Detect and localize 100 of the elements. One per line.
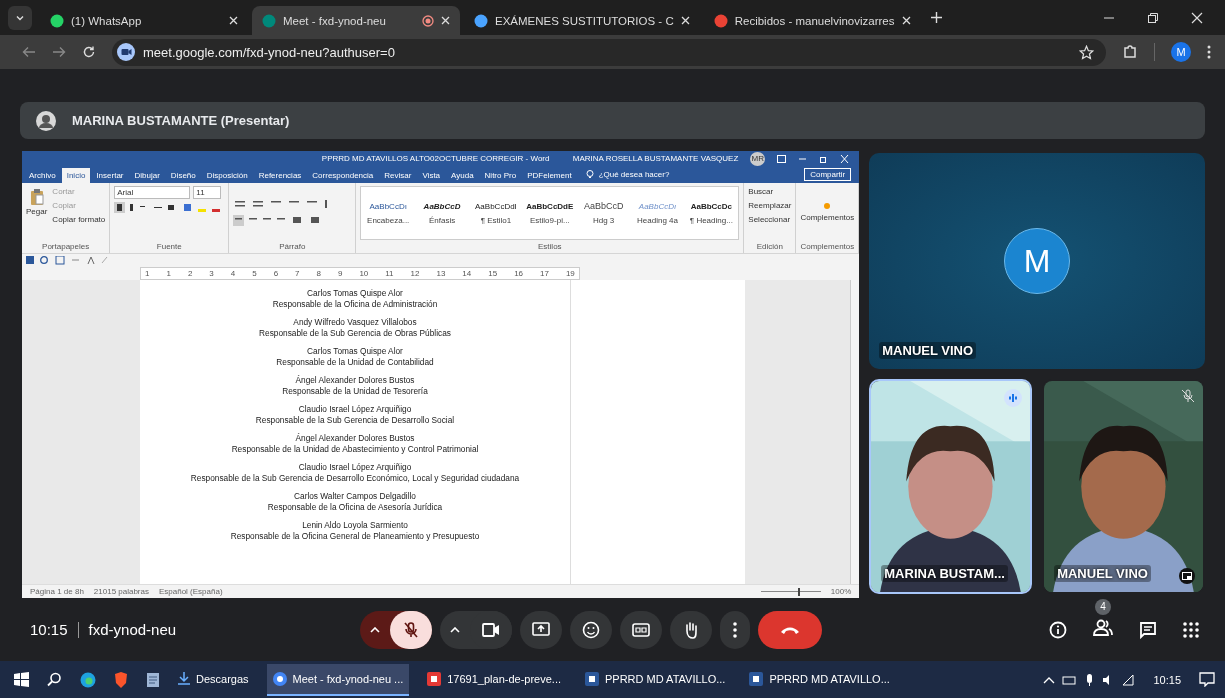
notifications-icon[interactable]: [1199, 672, 1215, 687]
browser-icon[interactable]: [80, 671, 96, 688]
close-icon[interactable]: [229, 16, 238, 25]
forward-icon[interactable]: [52, 45, 66, 59]
people-icon[interactable]: [1093, 618, 1113, 637]
close-icon[interactable]: [441, 16, 450, 25]
ruler: 1 1 2 3 4 5 6 7 8 9 10 11 12 13 14 15 16 17 19: [140, 266, 580, 280]
clipboard-command[interactable]: Copiar formato: [52, 214, 106, 226]
participant-name: MARINA BUSTAM...: [881, 565, 1008, 583]
reload-icon[interactable]: [82, 45, 96, 59]
new-tab-icon[interactable]: [930, 12, 942, 23]
ribbon-tab[interactable]: PDFelement: [522, 168, 577, 184]
tab-title: EXÁMENES SUSTITUTORIOS - C: [495, 14, 674, 27]
role-line: Responsable de la Unidad de Tesorería: [282, 385, 428, 397]
ribbon-tab[interactable]: Ayuda: [446, 168, 479, 184]
tab-title: Recibidos - manuelvinovizarres: [734, 14, 895, 27]
ribbon-tab[interactable]: Dibujar: [129, 168, 165, 184]
ribbon-tab[interactable]: Diseño: [165, 168, 201, 184]
ribbon-tab[interactable]: Revisar: [379, 168, 417, 184]
present-screen-button[interactable]: [520, 610, 562, 649]
editing-command[interactable]: Seleccionar: [748, 214, 792, 226]
role-line: Responsable de la Unidad de Abastecimiento y Control Patrimonial: [231, 443, 479, 455]
style-option[interactable]: AaBbCcDdE Estilo9-pi...: [522, 187, 577, 240]
role-line: Responsable de la Oficina de Administración: [272, 298, 438, 310]
microphone-button[interactable]: [390, 610, 432, 649]
menu-icon[interactable]: [1207, 45, 1211, 59]
browser-tab[interactable]: EXÁMENES SUSTITUTORIOS - C: [464, 6, 700, 35]
close-icon[interactable]: [1191, 11, 1203, 24]
ribbon-tab[interactable]: Correspondencia: [307, 168, 379, 184]
captions-button[interactable]: [620, 610, 662, 649]
close-icon[interactable]: [901, 16, 911, 25]
participant-name: MANUEL VINO: [879, 342, 977, 360]
name-line: Ángel Alexander Dolores Bustos: [295, 433, 415, 444]
taskbar-button[interactable]: PPRRD MD ATAVILLO...: [743, 663, 896, 696]
editing-command[interactable]: Buscar: [748, 186, 792, 198]
editing-command[interactable]: Reemplazar: [748, 200, 792, 212]
apps-grid-icon[interactable]: [1183, 621, 1199, 638]
emoji-button[interactable]: [570, 610, 612, 649]
site-icon: [262, 13, 276, 28]
tab-title: Meet - fxd-ynod-neu: [283, 14, 387, 27]
document-title: PPRRD MD ATAVILLOS ALTO02OCTUBRE CORREGIR - Word: [321, 154, 550, 164]
ribbon-tab[interactable]: Inicio: [61, 168, 91, 184]
ribbon-tab[interactable]: Insertar: [91, 168, 129, 184]
ribbon-tab[interactable]: Vista: [417, 168, 446, 184]
font-name-field[interactable]: Arial: [114, 186, 191, 200]
participant-name: MANUEL VINO: [1054, 565, 1151, 583]
search-icon[interactable]: [47, 672, 62, 687]
person-icon: [36, 110, 56, 131]
ribbon-tab[interactable]: Archivo: [24, 168, 61, 184]
name-line: Carlos Tomas Quispe Alor: [307, 346, 403, 357]
app-icon: [749, 671, 764, 686]
back-icon[interactable]: [22, 45, 36, 59]
font-size-field[interactable]: 11: [193, 186, 222, 200]
profile-avatar[interactable]: M: [1171, 42, 1191, 62]
group-label: Párrafo: [278, 242, 307, 252]
taskbar-button[interactable]: Meet - fxd-ynod-neu ...: [266, 663, 410, 696]
taskbar-clock: 10:15: [1153, 673, 1181, 686]
ribbon-display-icon[interactable]: [777, 154, 787, 163]
browser-tab[interactable]: (1) WhatsApp: [40, 6, 248, 35]
leave-call-button[interactable]: [758, 610, 822, 649]
app-icon: [272, 671, 287, 686]
paste-button[interactable]: Pegar: [26, 186, 48, 241]
ribbon-tab[interactable]: Disposición: [201, 168, 253, 184]
name-line: Andy Wilfredo Vasquez Villalobos: [293, 317, 417, 328]
browser-tab[interactable]: Meet - fxd-ynod-neu: [252, 6, 460, 35]
notepad-icon[interactable]: [146, 671, 160, 688]
star-icon[interactable]: [1079, 44, 1094, 60]
role-line: Responsable de la Sub Gerencia de Desarrollo Económico, Local y Seguridad ciudadana: [190, 472, 520, 484]
info-icon[interactable]: [1049, 620, 1067, 639]
role-line: Responsable de la Sub Gerencia de Desarrollo Social: [255, 414, 455, 426]
ribbon-tab[interactable]: Nitro Pro: [479, 168, 522, 184]
style-option[interactable]: AaBbCcDı Heading 4a: [630, 187, 685, 240]
group-label: Edición: [755, 242, 784, 252]
raise-hand-button[interactable]: [670, 610, 712, 649]
close-icon[interactable]: [680, 16, 690, 25]
taskbar-button[interactable]: 17691_plan-de-preve...: [421, 663, 567, 696]
tell-me-field[interactable]: ¿Qué desea hacer?: [598, 170, 670, 180]
style-option[interactable]: AaBbCcDc ¶ Heading...: [684, 187, 739, 240]
share-button[interactable]: Compartir: [804, 168, 852, 182]
restore-icon[interactable]: [1147, 11, 1159, 24]
style-option[interactable]: AaBbCcD Énfasis: [415, 187, 469, 240]
start-icon[interactable]: [14, 672, 29, 687]
taskbar-button[interactable]: Descargas: [172, 663, 255, 696]
style-option[interactable]: AaBbCcDdI ¶ Estilo1: [469, 187, 523, 240]
addins-button[interactable]: Complementos: [800, 212, 855, 224]
name-line: Claudio Israel López Arquiñigo: [298, 462, 412, 473]
browser-tab[interactable]: Recibidos - manuelvinovizarres: [703, 6, 921, 35]
ribbon-tab[interactable]: Referencias: [253, 168, 307, 184]
chat-icon[interactable]: [1139, 620, 1157, 639]
system-tray-icons-drawing[interactable]: [1043, 672, 1136, 687]
captions-icon: [632, 622, 650, 637]
restore-icon[interactable]: [819, 154, 829, 163]
more-options-button[interactable]: [720, 610, 750, 649]
shield-icon[interactable]: [114, 671, 128, 688]
style-option[interactable]: AaBbCcD Hdg 3: [576, 187, 631, 240]
style-option[interactable]: AaBbCcDı Encabeza...: [361, 187, 416, 240]
taskbar-button[interactable]: PPRRD MD ATAVILLO...: [579, 663, 732, 696]
site-info-icon[interactable]: [117, 43, 135, 61]
address-field[interactable]: meet.google.com/fxd-ynod-neu?authuser=0: [112, 38, 1106, 66]
picture-in-picture-icon[interactable]: [1179, 568, 1195, 585]
